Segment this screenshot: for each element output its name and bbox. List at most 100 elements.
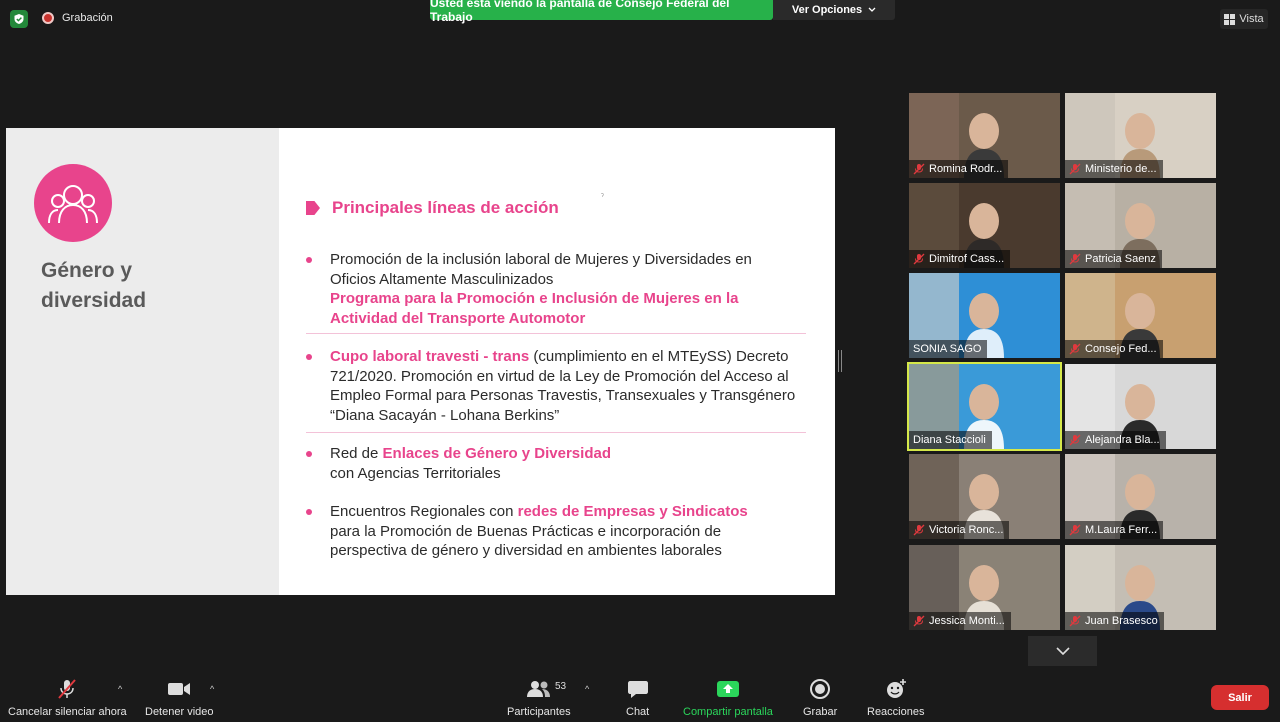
divider xyxy=(306,333,806,334)
participant-name: Dimitrof Cass... xyxy=(929,253,1005,265)
participants-options-caret[interactable]: ^ xyxy=(585,684,589,694)
muted-microphone-icon xyxy=(913,524,925,536)
participant-tile[interactable]: Jessica Monti... xyxy=(909,545,1060,630)
bullet-text: con Agencias Territoriales xyxy=(330,464,501,482)
bullet-dot-icon xyxy=(306,509,312,515)
chat-label: Chat xyxy=(626,706,650,718)
bullet-item: Cupo laboral travesti - trans (cumplimie… xyxy=(306,347,800,425)
slide-title: Género y diversidad xyxy=(41,259,147,312)
video-options-caret[interactable]: ^ xyxy=(210,684,214,694)
panel-splitter-handle[interactable] xyxy=(838,350,842,372)
participant-tile[interactable]: Ministerio de... xyxy=(1065,93,1216,178)
recording-dot-icon xyxy=(42,12,54,24)
bullet-highlight: redes de Empresas y Sindicatos xyxy=(517,503,748,520)
record-icon xyxy=(809,678,831,700)
bullet-item: Encuentros Regionales con redes de Empre… xyxy=(306,502,800,561)
participant-tile[interactable]: M.Laura Ferr... xyxy=(1065,454,1216,539)
slide-sidebar: Género y diversidad xyxy=(6,128,279,595)
participants-label: Participantes xyxy=(507,706,571,718)
participant-tile[interactable]: Consejo Fed... xyxy=(1065,273,1216,358)
participant-name-bar: Diana Staccioli xyxy=(909,431,992,449)
participant-tile[interactable]: Patricia Saenz xyxy=(1065,183,1216,268)
share-screen-label: Compartir pantalla xyxy=(683,706,773,718)
participant-tile[interactable]: Diana Staccioli xyxy=(907,362,1062,451)
view-mode-button[interactable]: Vista xyxy=(1220,9,1268,29)
participant-name: Jessica Monti... xyxy=(929,615,1005,627)
participant-name: Victoria Ronc... xyxy=(929,524,1004,536)
muted-microphone-icon xyxy=(1069,524,1081,536)
leave-meeting-button[interactable]: Salir xyxy=(1211,685,1269,710)
recording-indicator[interactable]: Grabación xyxy=(42,12,113,24)
share-screen-icon xyxy=(716,678,740,700)
record-label: Grabar xyxy=(803,706,838,718)
bullet-text: Red de xyxy=(330,445,383,462)
audio-options-caret[interactable]: ^ xyxy=(118,684,122,694)
participant-name-bar: Consejo Fed... xyxy=(1065,340,1163,358)
participant-name: Diana Staccioli xyxy=(913,434,986,446)
arrow-marker-icon xyxy=(306,201,320,215)
chevron-down-icon xyxy=(868,7,876,12)
bullet-dot-icon xyxy=(306,354,312,360)
recording-label: Grabación xyxy=(62,12,113,24)
gallery-next-page-button[interactable] xyxy=(1028,636,1097,666)
participant-name: SONIA SAGO xyxy=(913,343,982,355)
view-options-label: Ver Opciones xyxy=(791,4,863,16)
participant-tile[interactable]: Victoria Ronc... xyxy=(909,454,1060,539)
bullet-text: para la Promoción de Buenas Prácticas e … xyxy=(330,522,722,560)
reactions-label: Reacciones xyxy=(867,706,925,718)
participants-icon xyxy=(526,678,552,700)
participant-name-bar: Romina Rodr... xyxy=(909,160,1009,178)
grid-view-icon xyxy=(1224,13,1236,25)
bullet-highlight: Enlaces de Género y Diversidad xyxy=(382,445,611,462)
participant-name: Patricia Saenz xyxy=(1085,253,1156,265)
participant-name-bar: M.Laura Ferr... xyxy=(1065,521,1164,539)
divider xyxy=(306,432,806,433)
muted-microphone-icon xyxy=(913,163,925,175)
participant-name: Juan Brasesco xyxy=(1085,615,1158,627)
people-group-icon xyxy=(34,164,112,242)
participant-name-bar: Dimitrof Cass... xyxy=(909,250,1011,268)
participant-tile[interactable]: Alejandra Bla... xyxy=(1065,364,1216,449)
bullet-item: Promoción de la inclusión laboral de Muj… xyxy=(306,250,800,328)
participant-name: Alejandra Bla... xyxy=(1085,434,1160,446)
participant-count: 53 xyxy=(555,681,567,692)
participant-tile[interactable]: SONIA SAGO xyxy=(909,273,1060,358)
chevron-down-icon xyxy=(1055,647,1070,655)
unmute-button[interactable]: Cancelar silenciar ahora xyxy=(8,678,127,718)
bullet-highlight: Programa para la Promoción e Inclusión d… xyxy=(330,290,739,327)
participant-tile[interactable]: Romina Rodr... xyxy=(909,93,1060,178)
muted-microphone-icon xyxy=(1069,343,1081,355)
view-mode-label: Vista xyxy=(1239,13,1264,25)
bullet-highlight: Cupo laboral travesti - trans xyxy=(330,348,530,365)
participant-name: M.Laura Ferr... xyxy=(1085,524,1158,536)
muted-microphone-icon xyxy=(913,253,925,265)
reactions-button[interactable]: Reacciones xyxy=(867,678,924,718)
participant-name: Ministerio de... xyxy=(1085,163,1157,175)
security-shield-icon[interactable] xyxy=(10,10,28,28)
participant-name-bar: Jessica Monti... xyxy=(909,612,1011,630)
share-screen-button[interactable]: Compartir pantalla xyxy=(683,678,773,718)
record-button[interactable]: Grabar xyxy=(803,678,837,718)
muted-microphone-icon xyxy=(1069,615,1081,627)
chat-bubble-icon xyxy=(627,678,649,700)
cursor-mark: ˀ xyxy=(601,192,604,201)
muted-microphone-icon xyxy=(1069,253,1081,265)
bullet-text: Promoción de la inclusión laboral de Muj… xyxy=(330,251,752,288)
participant-tile[interactable]: Juan Brasesco xyxy=(1065,545,1216,630)
muted-microphone-icon xyxy=(1069,163,1081,175)
screen-share-banner: Usted está viendo la pantalla de Consejo… xyxy=(430,0,773,24)
chat-button[interactable]: Chat xyxy=(626,678,649,718)
bullet-item: Red de Enlaces de Género y Diversidad co… xyxy=(306,444,800,483)
participant-tile[interactable]: Dimitrof Cass... xyxy=(909,183,1060,268)
muted-microphone-icon xyxy=(1069,434,1081,446)
participant-name-bar: Victoria Ronc... xyxy=(909,521,1010,539)
view-options-button[interactable]: Ver Opciones xyxy=(773,0,895,20)
participant-name: Consejo Fed... xyxy=(1085,343,1157,355)
bullet-dot-icon xyxy=(306,257,312,263)
participant-name: Romina Rodr... xyxy=(929,163,1003,175)
participant-name-bar: SONIA SAGO xyxy=(909,340,988,358)
participant-name-bar: Patricia Saenz xyxy=(1065,250,1162,268)
video-camera-icon xyxy=(167,678,191,700)
stop-video-button[interactable]: Detener video xyxy=(145,678,214,718)
shared-screen-slide: Género y diversidad Principales líneas d… xyxy=(6,128,835,595)
